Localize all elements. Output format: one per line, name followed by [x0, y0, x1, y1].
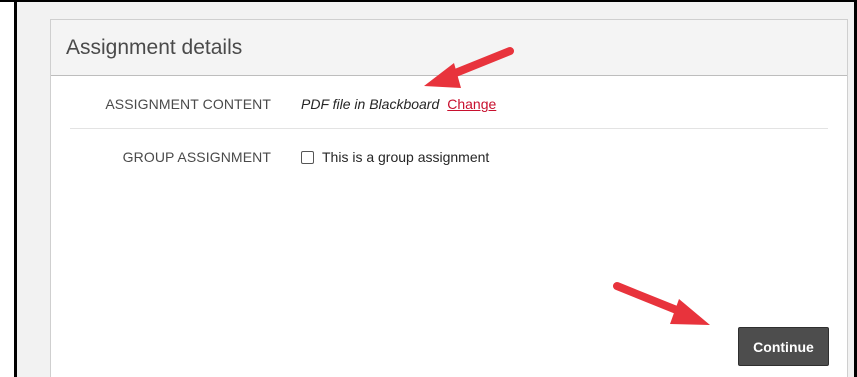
- panel-title: Assignment details: [66, 35, 243, 59]
- change-link[interactable]: Change: [447, 96, 496, 112]
- group-assignment-label: GROUP ASSIGNMENT: [122, 149, 271, 165]
- assignment-content-row: ASSIGNMENT CONTENT PDF file in Blackboar…: [70, 80, 828, 129]
- group-assignment-checkbox[interactable]: [301, 150, 314, 164]
- file-description: PDF file in Blackboard: [301, 96, 440, 112]
- assignment-details-panel: Assignment details ASSIGNMENT CONTENT PD…: [50, 19, 848, 377]
- left-margin: [0, 2, 14, 377]
- screenshot-frame: Assignment details ASSIGNMENT CONTENT PD…: [0, 0, 857, 377]
- assignment-content-label: ASSIGNMENT CONTENT: [105, 96, 271, 112]
- group-assignment-checkbox-label[interactable]: This is a group assignment: [322, 149, 489, 165]
- frame-border-left: [14, 0, 17, 377]
- continue-button[interactable]: Continue: [738, 327, 829, 366]
- assignment-content-value: PDF file in Blackboard Change: [301, 96, 496, 112]
- frame-border-top: [0, 0, 857, 2]
- panel-header: Assignment details: [51, 20, 847, 76]
- group-assignment-value: This is a group assignment: [301, 149, 489, 165]
- group-assignment-row: GROUP ASSIGNMENT This is a group assignm…: [70, 133, 828, 181]
